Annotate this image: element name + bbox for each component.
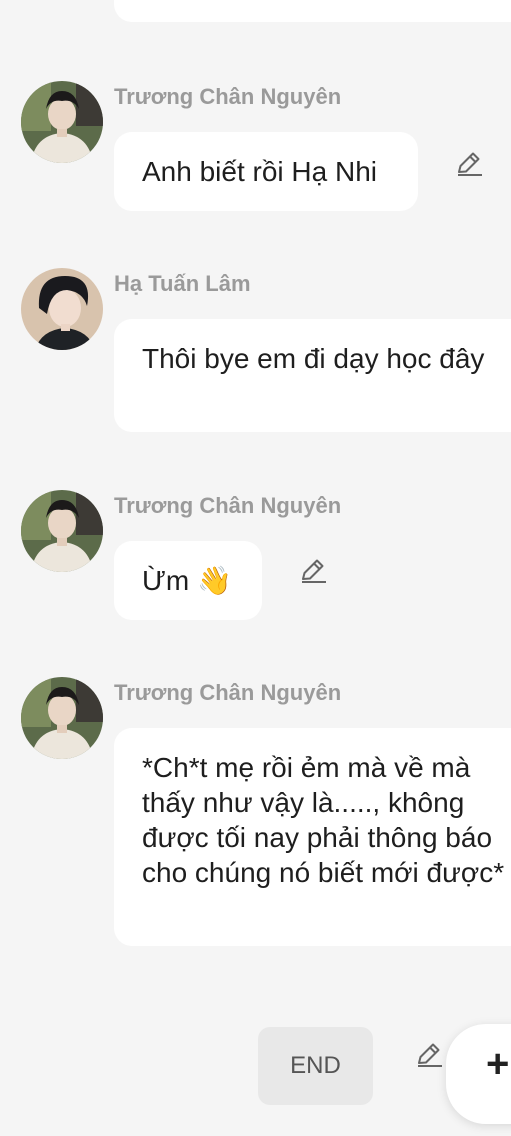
sender-name: Hạ Tuấn Lâm [114,271,251,296]
edit-message-button[interactable] [413,1038,445,1070]
avatar-photo-icon [21,81,103,163]
add-button[interactable]: + [446,1024,511,1124]
pencil-icon [418,1043,442,1067]
sender-name: Trương Chân Nguyên [114,680,342,705]
previous-message-bubble [114,0,511,22]
avatar-photo-icon [21,268,103,350]
message-bubble[interactable]: Anh biết rồi Hạ Nhi [114,132,418,211]
edit-message-button[interactable] [453,147,485,179]
avatar[interactable] [21,490,103,572]
end-button[interactable]: END [258,1027,373,1105]
edit-message-button[interactable] [297,554,329,586]
message-bubble[interactable]: Ừm 👋 [114,541,262,620]
sender-name: Trương Chân Nguyên [114,84,342,109]
avatar-photo-icon [21,677,103,759]
chat-screen: Trương Chân Nguyên Anh biết rồi Hạ Nhi H… [0,0,511,1136]
avatar[interactable] [21,268,103,350]
plus-icon: + [486,1042,510,1086]
avatar[interactable] [21,81,103,163]
message-bubble[interactable]: *Ch*t mẹ rồi ẻm mà về mà thấy như vậy là… [114,728,511,946]
pencil-icon [458,152,482,176]
pencil-icon [302,559,326,583]
message-bubble[interactable]: Thôi bye em đi dạy học đây [114,319,511,432]
avatar[interactable] [21,677,103,759]
avatar-photo-icon [21,490,103,572]
sender-name: Trương Chân Nguyên [114,493,342,518]
